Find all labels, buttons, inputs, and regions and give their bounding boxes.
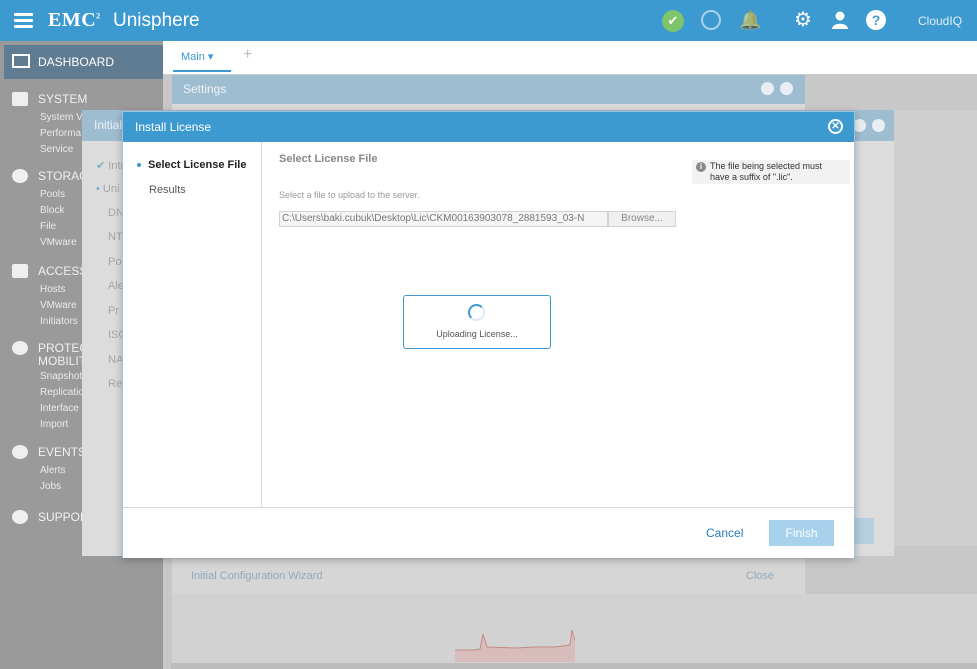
sidebar-item[interactable]: File (40, 221, 56, 232)
wizard-step: ✔ Intr (96, 160, 125, 172)
storage-icon (12, 169, 28, 183)
settings-dialog-title: Settings (183, 82, 227, 96)
tab-main[interactable]: Main ▾ (181, 50, 213, 63)
sidebar-item[interactable]: Service (40, 144, 73, 155)
sidebar-item[interactable]: Initiators (40, 316, 78, 327)
sidebar-item-dashboard[interactable]: DASHBOARD (4, 45, 163, 79)
sidebar-item[interactable]: Snapshot (40, 371, 82, 382)
install-license-title: Install License (135, 120, 212, 134)
sidebar-item[interactable]: Pools (40, 189, 65, 200)
settings-dialog-footer: Initial Configuration Wizard Close (172, 558, 805, 594)
brand-text: EMC (48, 9, 97, 31)
sidebar-item[interactable]: Import (40, 419, 68, 430)
health-ok-icon[interactable]: ✔ (662, 10, 684, 32)
sidebar-item[interactable]: Alerts (40, 465, 66, 476)
add-tab-button[interactable]: + (243, 46, 252, 64)
background-panel (893, 110, 977, 546)
install-license-steps: Select License File Results (123, 142, 262, 507)
tab-main-label: Main (181, 51, 205, 63)
browse-button[interactable]: Browse... (608, 211, 676, 227)
install-license-header: Install License ✕ (123, 112, 854, 142)
brand-logo: EMC2 (48, 9, 101, 32)
spinner-icon (468, 304, 485, 321)
info-note: i The file being selected must have a su… (692, 160, 850, 184)
sidebar-item[interactable]: Hosts (40, 284, 66, 295)
background-sparkline (455, 629, 575, 662)
events-icon (12, 445, 28, 459)
user-icon[interactable] (830, 10, 850, 30)
info-line-1: The file being selected must (710, 161, 823, 171)
gauge-icon[interactable] (701, 10, 721, 30)
cloudiq-logo[interactable]: CloudIQ (918, 14, 962, 28)
wizard-step: Re (108, 378, 123, 390)
content-title: Select License File (279, 153, 378, 165)
finish-button[interactable]: Finish (769, 520, 834, 546)
gear-icon[interactable]: ⚙ (793, 10, 813, 30)
install-license-dialog: Install License ✕ Select License File Re… (122, 111, 855, 558)
protection-icon (12, 341, 28, 355)
sidebar-item[interactable]: Interface (40, 403, 79, 414)
info-icon: i (696, 162, 706, 172)
dashboard-icon (12, 54, 30, 68)
access-icon (12, 264, 28, 278)
upload-hint: Select a file to upload to the server. (279, 190, 420, 200)
sidebar-item[interactable]: Performa (40, 128, 81, 139)
license-file-path-field[interactable]: C:\Users\baki.cubuk\Desktop\Lic\CKM00163… (279, 211, 608, 227)
system-icon (12, 92, 28, 106)
bell-icon[interactable]: 🔔 (739, 10, 761, 30)
step-label: Select License File (148, 159, 247, 171)
sidebar-item[interactable]: VMware (40, 237, 77, 248)
sidebar-item-label: DASHBOARD (38, 55, 115, 69)
sidebar-item[interactable]: System V (40, 112, 83, 123)
tab-active-indicator (173, 70, 231, 72)
settings-dialog-header: Settings (172, 75, 805, 104)
menu-icon[interactable] (14, 13, 33, 28)
wizard-title: Initial (94, 118, 123, 132)
tab-bar: Main ▾ + (163, 41, 977, 75)
close-link[interactable]: Close (746, 570, 774, 582)
brand-superscript: 2 (96, 11, 101, 21)
close-icon[interactable] (780, 82, 793, 95)
step-results[interactable]: Results (149, 184, 186, 196)
install-license-footer: Cancel Finish (123, 507, 854, 558)
help-icon[interactable]: ? (866, 10, 886, 30)
sidebar-section-title[interactable]: SYSTEM (38, 92, 87, 106)
sidebar-section-title[interactable]: STORAG (38, 169, 88, 183)
uploading-indicator: Uploading License... (403, 295, 551, 349)
help-icon[interactable] (761, 82, 774, 95)
sidebar-item[interactable]: VMware (40, 300, 77, 311)
sidebar-item[interactable]: Block (40, 205, 64, 216)
sidebar-item[interactable]: Replicatio (40, 387, 84, 398)
sidebar-section-title-line2[interactable]: MOBILIT (38, 354, 86, 368)
top-bar: EMC2 Unisphere ✔ 🔔 ⚙ ? CloudIQ (0, 0, 977, 41)
close-icon[interactable]: ✕ (828, 119, 843, 134)
wizard-step: • Uni (96, 183, 120, 195)
horizontal-scrollbar[interactable] (171, 663, 977, 669)
uploading-label: Uploading License... (436, 329, 518, 339)
chevron-down-icon: ▾ (207, 51, 214, 63)
wizard-step: NT (108, 231, 123, 243)
step-select-license-file[interactable]: Select License File (137, 159, 246, 171)
sidebar-section-title[interactable]: EVENTS (38, 445, 86, 459)
active-step-dot (137, 163, 141, 168)
wizard-step: Pr (108, 305, 119, 317)
initial-config-wizard-link[interactable]: Initial Configuration Wizard (191, 570, 322, 582)
sidebar-item[interactable]: Jobs (40, 481, 61, 492)
wizard-step: NA (108, 354, 124, 366)
cancel-button[interactable]: Cancel (706, 526, 743, 540)
wizard-step: Po (108, 256, 122, 268)
info-line-2: have a suffix of ".lic". (710, 172, 793, 182)
sidebar-section-title[interactable]: PROTEC (38, 341, 88, 355)
close-icon[interactable] (872, 119, 885, 132)
install-license-content: Select License File i The file being sel… (262, 142, 855, 507)
app-title: Unisphere (113, 10, 200, 31)
sidebar-section-title[interactable]: ACCESS (38, 264, 87, 278)
support-icon (12, 510, 28, 524)
